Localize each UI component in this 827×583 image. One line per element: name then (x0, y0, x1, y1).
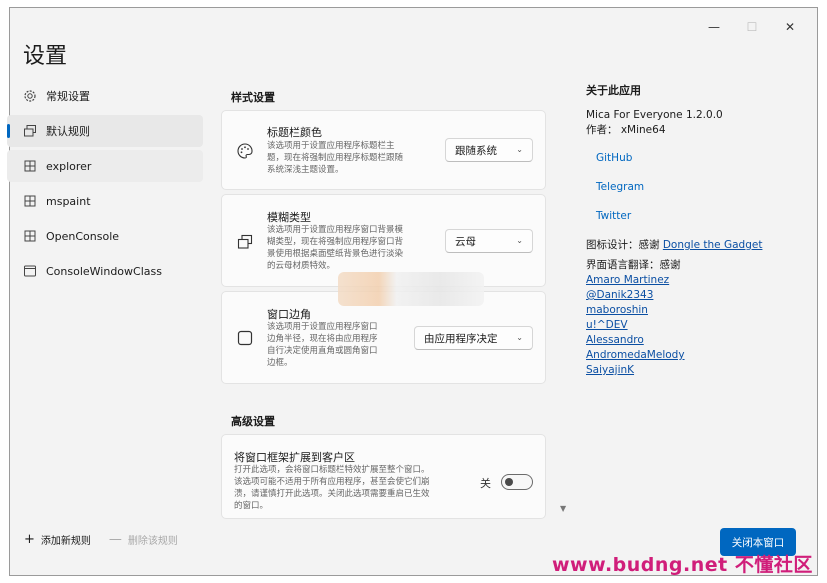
page-title: 设置 (23, 44, 68, 69)
watermark: www.budng.net 不懂社区 (552, 554, 813, 576)
desc-line: 打开此选项，会将窗口标题栏特效扩展至整个窗口。 (234, 465, 430, 475)
about-heading: 关于此应用 (586, 84, 641, 97)
sidebar-item-default-rule[interactable]: 默认规则 (7, 115, 203, 147)
add-rule-label: 添加新规则 (40, 536, 91, 547)
minimize-button[interactable]: — (695, 14, 733, 40)
app-window-icon (23, 194, 37, 208)
toggle-knob (505, 478, 513, 486)
scroll-down-arrow[interactable]: ▼ (560, 504, 566, 513)
titlebar-color-card: 标题栏颜色 该选项用于设置应用程序标题栏主 题，现在将强制应用程序标题栏跟随 系… (221, 110, 546, 190)
translator-link[interactable]: @Danik2343 (586, 288, 796, 303)
title-bar-controls: — ☐ ✕ (695, 14, 809, 40)
window-copy-icon (236, 233, 254, 251)
window-corner-description: 该选项用于设置应用程序窗口 边角半径，现在将由应用程序 自行决定使用直角或圆角窗… (267, 321, 378, 369)
sidebar-item-label: mspaint (46, 194, 91, 208)
plus-icon: + (24, 532, 35, 547)
translator-link[interactable]: Alessandro (586, 333, 796, 348)
desc-line: 边角半径，现在将由应用程序 (267, 334, 378, 344)
palette-icon (236, 142, 254, 160)
twitter-link[interactable]: Twitter (596, 202, 796, 231)
sidebar-item-label: 常规设置 (46, 90, 90, 103)
icon-design-credit: 图标设计：感谢 Dongle the Gadget (586, 238, 796, 253)
icon-design-prefix: 图标设计：感谢 (586, 239, 660, 251)
chevron-down-icon: ⌄ (516, 236, 523, 245)
desc-line: 该选项用于设置应用程序标题栏主 (267, 141, 395, 151)
sidebar-item-openconsole[interactable]: OpenConsole (7, 220, 203, 252)
sidebar-item-consolewindowclass[interactable]: ConsoleWindowClass (7, 255, 203, 287)
window-corner-title: 窗口边角 (267, 308, 311, 321)
sidebar-item-label: explorer (46, 159, 92, 173)
telegram-link[interactable]: Telegram (596, 173, 796, 202)
extend-frame-toggle[interactable] (501, 474, 533, 490)
backdrop-type-dropdown[interactable]: 云母 ⌄ (445, 229, 533, 253)
chevron-down-icon: ⌄ (516, 145, 523, 154)
app-window-icon (23, 229, 37, 243)
extend-frame-card: 将窗口框架扩展到客户区 打开此选项，会将窗口标题栏特效扩展至整个窗口。 该选项可… (221, 434, 546, 519)
titlebar-color-title: 标题栏颜色 (267, 126, 322, 139)
desc-line: 该选项用于设置应用程序窗口 (267, 322, 378, 332)
desc-line: 该选项可能不适用于所有应用程序，甚至会使它们崩 (234, 477, 430, 487)
sidebar-item-label: 默认规则 (46, 125, 90, 138)
maximize-button[interactable]: ☐ (733, 14, 771, 40)
titlebar-color-description: 该选项用于设置应用程序标题栏主 题，现在将强制应用程序标题栏跟随 系统深浅主题设… (267, 140, 403, 176)
advanced-settings-heading: 高级设置 (231, 415, 275, 428)
sidebar-item-label: OpenConsole (46, 229, 120, 243)
desc-line: 边框。 (267, 358, 293, 368)
desc-line: 该选项用于设置应用程序窗口背景模 (267, 225, 404, 235)
backdrop-type-description: 该选项用于设置应用程序窗口背景模 糊类型，现在将强制应用程序窗口背 景使用根据桌… (267, 224, 403, 272)
window-icon (23, 264, 37, 278)
selection-indicator (7, 124, 10, 138)
extend-frame-description: 打开此选项，会将窗口标题栏特效扩展至整个窗口。 该选项可能不适用于所有应用程序，… (234, 464, 430, 512)
dropdown-value: 由应用程序决定 (424, 332, 498, 345)
add-rule-button[interactable]: + 添加新规则 (24, 532, 91, 547)
icon-designer-link[interactable]: Dongle the Gadget (663, 239, 763, 251)
close-window-button[interactable]: ✕ (771, 14, 809, 40)
rounded-square-icon (236, 329, 254, 347)
desc-line: 的窗口。 (234, 501, 269, 511)
translator-link[interactable]: AndromedaMelody (586, 348, 796, 363)
style-settings-heading: 样式设置 (231, 91, 275, 104)
window-corner-dropdown[interactable]: 由应用程序决定 ⌄ (414, 326, 533, 350)
sidebar-item-general[interactable]: 常规设置 (7, 80, 203, 112)
dropdown-value: 云母 (455, 235, 476, 248)
app-author: 作者： xMine64 (586, 124, 666, 136)
sidebar-item-label: ConsoleWindowClass (46, 264, 162, 278)
app-window-icon (23, 159, 37, 173)
translator-link[interactable]: maboroshin (586, 303, 796, 318)
translator-link[interactable]: Amaro Martinez (586, 273, 796, 288)
dropdown-value: 跟随系统 (455, 144, 497, 157)
translator-list: Amaro Martinez @Danik2343 maboroshin u!^… (586, 273, 796, 378)
sidebar-item-explorer[interactable]: explorer (7, 150, 203, 182)
delete-rule-label: 删除该规则 (127, 536, 178, 547)
titlebar-color-dropdown[interactable]: 跟随系统 ⌄ (445, 138, 533, 162)
desc-line: 的云母材质特效。 (267, 261, 336, 271)
desc-line: 系统深浅主题设置。 (267, 165, 344, 175)
translator-link[interactable]: SaiyajinK (586, 363, 796, 378)
desc-line: 糊类型，现在将强制应用程序窗口背 (267, 237, 404, 247)
window-copy-icon (23, 124, 37, 138)
desc-line: 景使用根据桌面壁纸背景色进行淡染 (267, 249, 404, 259)
sidebar: 常规设置 默认规则 explorer mspaint OpenConsole C… (7, 80, 203, 290)
about-panel: 关于此应用 Mica For Everyone 1.2.0.0 作者： xMin… (586, 82, 796, 378)
desc-line: 溃，请谨慎打开此选项。关闭此选项需要重启已生效 (234, 489, 430, 499)
github-link[interactable]: GitHub (596, 144, 796, 173)
minus-icon: — (108, 532, 122, 547)
rule-actions: + 添加新规则 — 删除该规则 (24, 532, 196, 547)
app-version: Mica For Everyone 1.2.0.0 (586, 109, 723, 121)
chevron-down-icon: ⌄ (516, 333, 523, 342)
backdrop-type-title: 模糊类型 (267, 211, 311, 224)
desc-line: 自行决定使用直角或圆角窗口 (267, 346, 378, 356)
desc-line: 题，现在将强制应用程序标题栏跟随 (267, 153, 404, 163)
blur-overlay (338, 272, 484, 306)
extend-frame-title: 将窗口框架扩展到客户区 (234, 451, 355, 464)
translator-link[interactable]: u!^DEV (586, 318, 796, 333)
translation-credit: 界面语言翻译：感谢 (586, 259, 681, 271)
toggle-state-label: 关 (480, 477, 491, 490)
gear-icon (23, 89, 37, 103)
delete-rule-button[interactable]: — 删除该规则 (109, 532, 178, 547)
sidebar-item-mspaint[interactable]: mspaint (7, 185, 203, 217)
